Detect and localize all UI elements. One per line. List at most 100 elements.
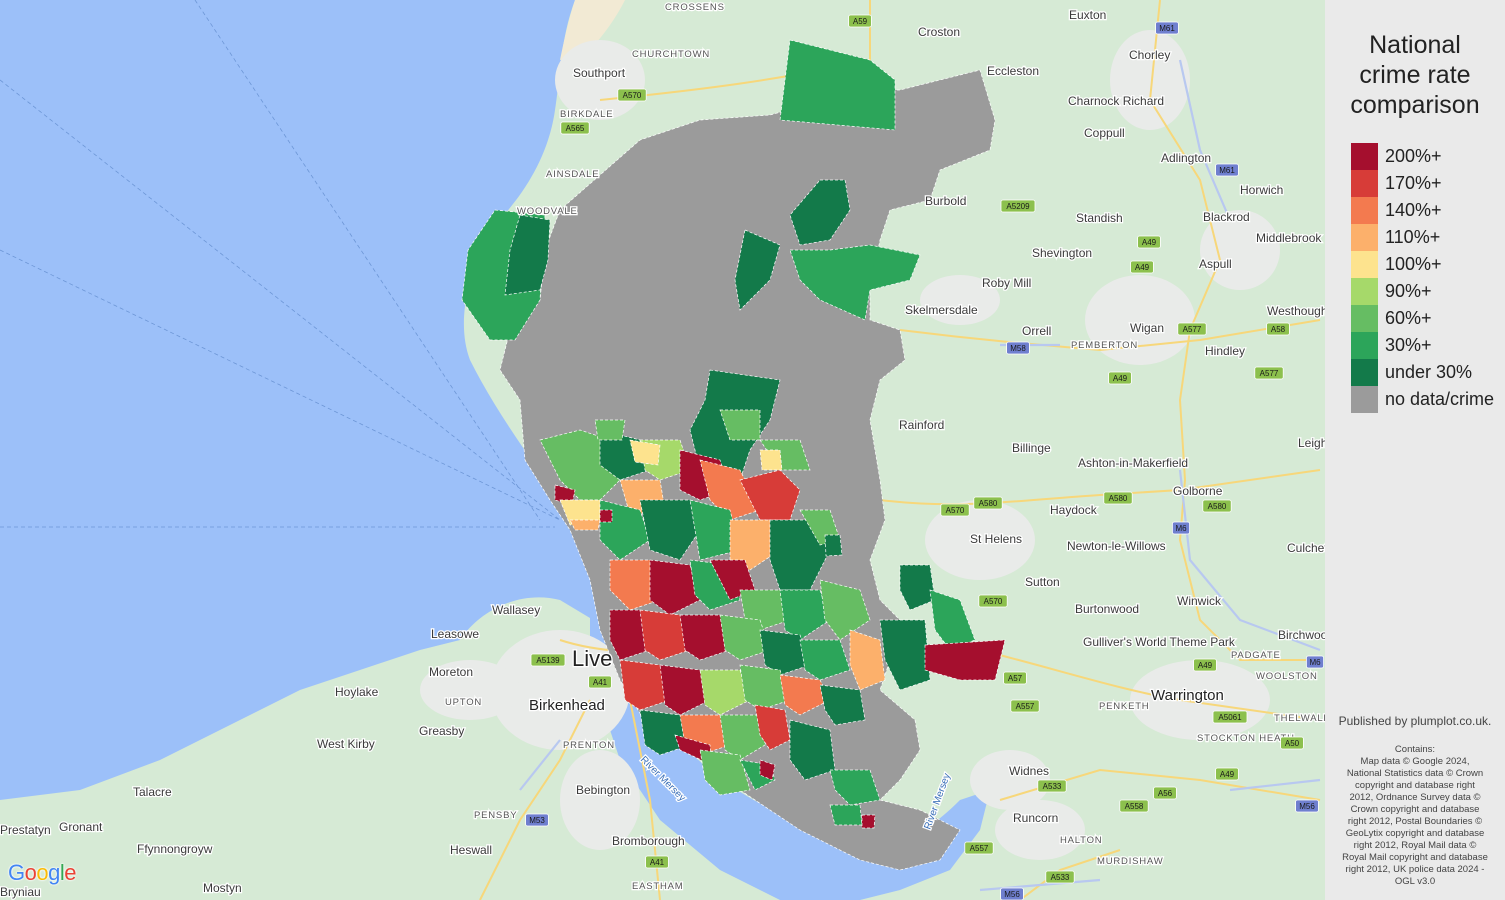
place-label: Birkenhead: [529, 697, 605, 714]
area-region[interactable]: [829, 804, 863, 826]
road-shield: A56: [1153, 786, 1177, 800]
place-label: Talacre: [133, 785, 172, 799]
place-label: PRENTON: [563, 740, 615, 751]
place-label: Haydock: [1050, 503, 1098, 517]
legend-item: 110%+: [1351, 224, 1505, 251]
place-label: Golborne: [1173, 484, 1223, 498]
road-shield: M61: [1215, 163, 1239, 177]
legend-swatch: [1351, 386, 1378, 413]
area-region[interactable]: [569, 519, 601, 531]
road-shield: A533: [1037, 779, 1067, 793]
road-shield: A41: [588, 675, 612, 689]
legend-label: 140%+: [1385, 200, 1442, 220]
road-shield-label: A580: [979, 499, 998, 508]
place-label: Runcorn: [1013, 811, 1058, 825]
legend-swatch: [1351, 332, 1378, 359]
legend-title-line: comparison: [1350, 91, 1480, 119]
place-label: Orrell: [1022, 324, 1051, 338]
place-label: Wallasey: [492, 603, 540, 617]
place-label: PADGATE: [1231, 650, 1281, 661]
road-shield-label: A577: [1260, 369, 1279, 378]
road-shield-label: A58: [1271, 325, 1286, 334]
google-logo-letter: o: [36, 860, 49, 885]
road-shield: A59: [848, 14, 872, 28]
legend-item: 30%+: [1351, 332, 1505, 359]
place-label: MURDISHAW: [1097, 856, 1163, 867]
google-logo-letter: g: [48, 860, 60, 885]
legend-item: 200%+: [1351, 143, 1505, 170]
place-label: Sutton: [1025, 575, 1060, 589]
place-label: Culcheth: [1287, 541, 1325, 555]
place-label: Wigan: [1130, 321, 1164, 335]
google-logo: Google: [8, 860, 77, 886]
road-shield-label: A49: [1113, 374, 1128, 383]
place-label: Widnes: [1009, 764, 1049, 778]
legend-item: under 30%: [1351, 359, 1505, 386]
legend-title: National crime rate comparison: [1325, 30, 1505, 120]
road-shield: A557: [964, 841, 994, 855]
place-label: Warrington: [1151, 687, 1224, 704]
area-region[interactable]: [861, 814, 876, 829]
place-label: Greasby: [419, 724, 464, 738]
area-region[interactable]: [594, 419, 626, 441]
road-shield-label: A557: [1016, 702, 1035, 711]
road-shield-label: M61: [1159, 24, 1175, 33]
place-label: Westhoughton: [1267, 304, 1325, 318]
place-label: Bromborough: [612, 834, 685, 848]
place-label: Hindley: [1205, 344, 1245, 358]
road-shield: A58: [1266, 322, 1290, 336]
road-shield: A577: [1177, 322, 1207, 336]
published-credit: Published by plumplot.co.uk.: [1338, 714, 1492, 728]
attribution-line: Map data © Google 2024,: [1360, 756, 1470, 767]
attribution-line: copyright and database right: [1355, 780, 1475, 791]
map-area[interactable]: CROSSENS CHURCHTOWN Southport BIRKDALE AINSD…: [0, 0, 1325, 900]
attribution-line: 2012, Ordnance Survey data ©: [1349, 792, 1481, 803]
attribution-line: Contains:: [1394, 744, 1436, 755]
place-label: HALTON: [1060, 835, 1102, 846]
road-shield-label: M58: [1010, 344, 1026, 353]
legend-swatch: [1351, 143, 1378, 170]
road-shield: A49: [1193, 658, 1217, 672]
road-shield: A49: [1137, 235, 1161, 249]
google-logo-letter: o: [24, 860, 37, 885]
road-shield-label: A580: [1109, 494, 1128, 503]
legend-label: 90%+: [1385, 281, 1432, 301]
place-label: Southport: [573, 66, 626, 80]
area-region[interactable]: [599, 509, 613, 523]
road-shield-label: M6: [1309, 658, 1321, 667]
legend-swatch: [1351, 359, 1378, 386]
road-shield: A570: [940, 503, 970, 517]
place-label: AINSDALE: [546, 169, 599, 180]
place-label: West Kirby: [317, 737, 375, 751]
legend-label: 30%+: [1385, 335, 1432, 355]
road-shield-label: A5061: [1218, 713, 1242, 722]
area-region[interactable]: [759, 449, 783, 471]
place-label: Hoylake: [335, 685, 379, 699]
place-label: BIRKDALE: [560, 109, 613, 120]
place-label: Mostyn: [203, 881, 242, 895]
legend-item: 90%+: [1351, 278, 1505, 305]
place-label: CHURCHTOWN: [632, 49, 710, 60]
road-shield: A57: [1003, 671, 1027, 685]
legend-panel: National crime rate comparison 200%+ 170%…: [1325, 0, 1505, 900]
attribution-line: National Statistics data © Crown: [1346, 768, 1484, 779]
road-shield-label: A558: [1125, 802, 1144, 811]
road-shield: A41: [645, 855, 669, 869]
place-label: UPTON: [445, 697, 482, 708]
road-shield-label: A41: [650, 858, 665, 867]
road-shield-label: A570: [984, 597, 1003, 606]
road-shield: A49: [1130, 260, 1154, 274]
road-shield: M58: [1006, 341, 1030, 355]
road-shield-label: A570: [946, 506, 965, 515]
place-label: PENKETH: [1099, 701, 1149, 712]
road-shield: M56: [1000, 887, 1024, 900]
place-label: Adlington: [1161, 151, 1211, 165]
area-region[interactable]: [824, 534, 843, 557]
place-label: Bryniau: [0, 885, 41, 899]
road-shield-label: A5139: [536, 656, 560, 665]
legend-title-line: National: [1369, 31, 1461, 59]
place-label: St Helens: [970, 532, 1022, 546]
place-label: Moreton: [429, 665, 473, 679]
place-label: Ffynnongroyw: [137, 842, 213, 856]
road-shield: A565: [560, 121, 590, 135]
